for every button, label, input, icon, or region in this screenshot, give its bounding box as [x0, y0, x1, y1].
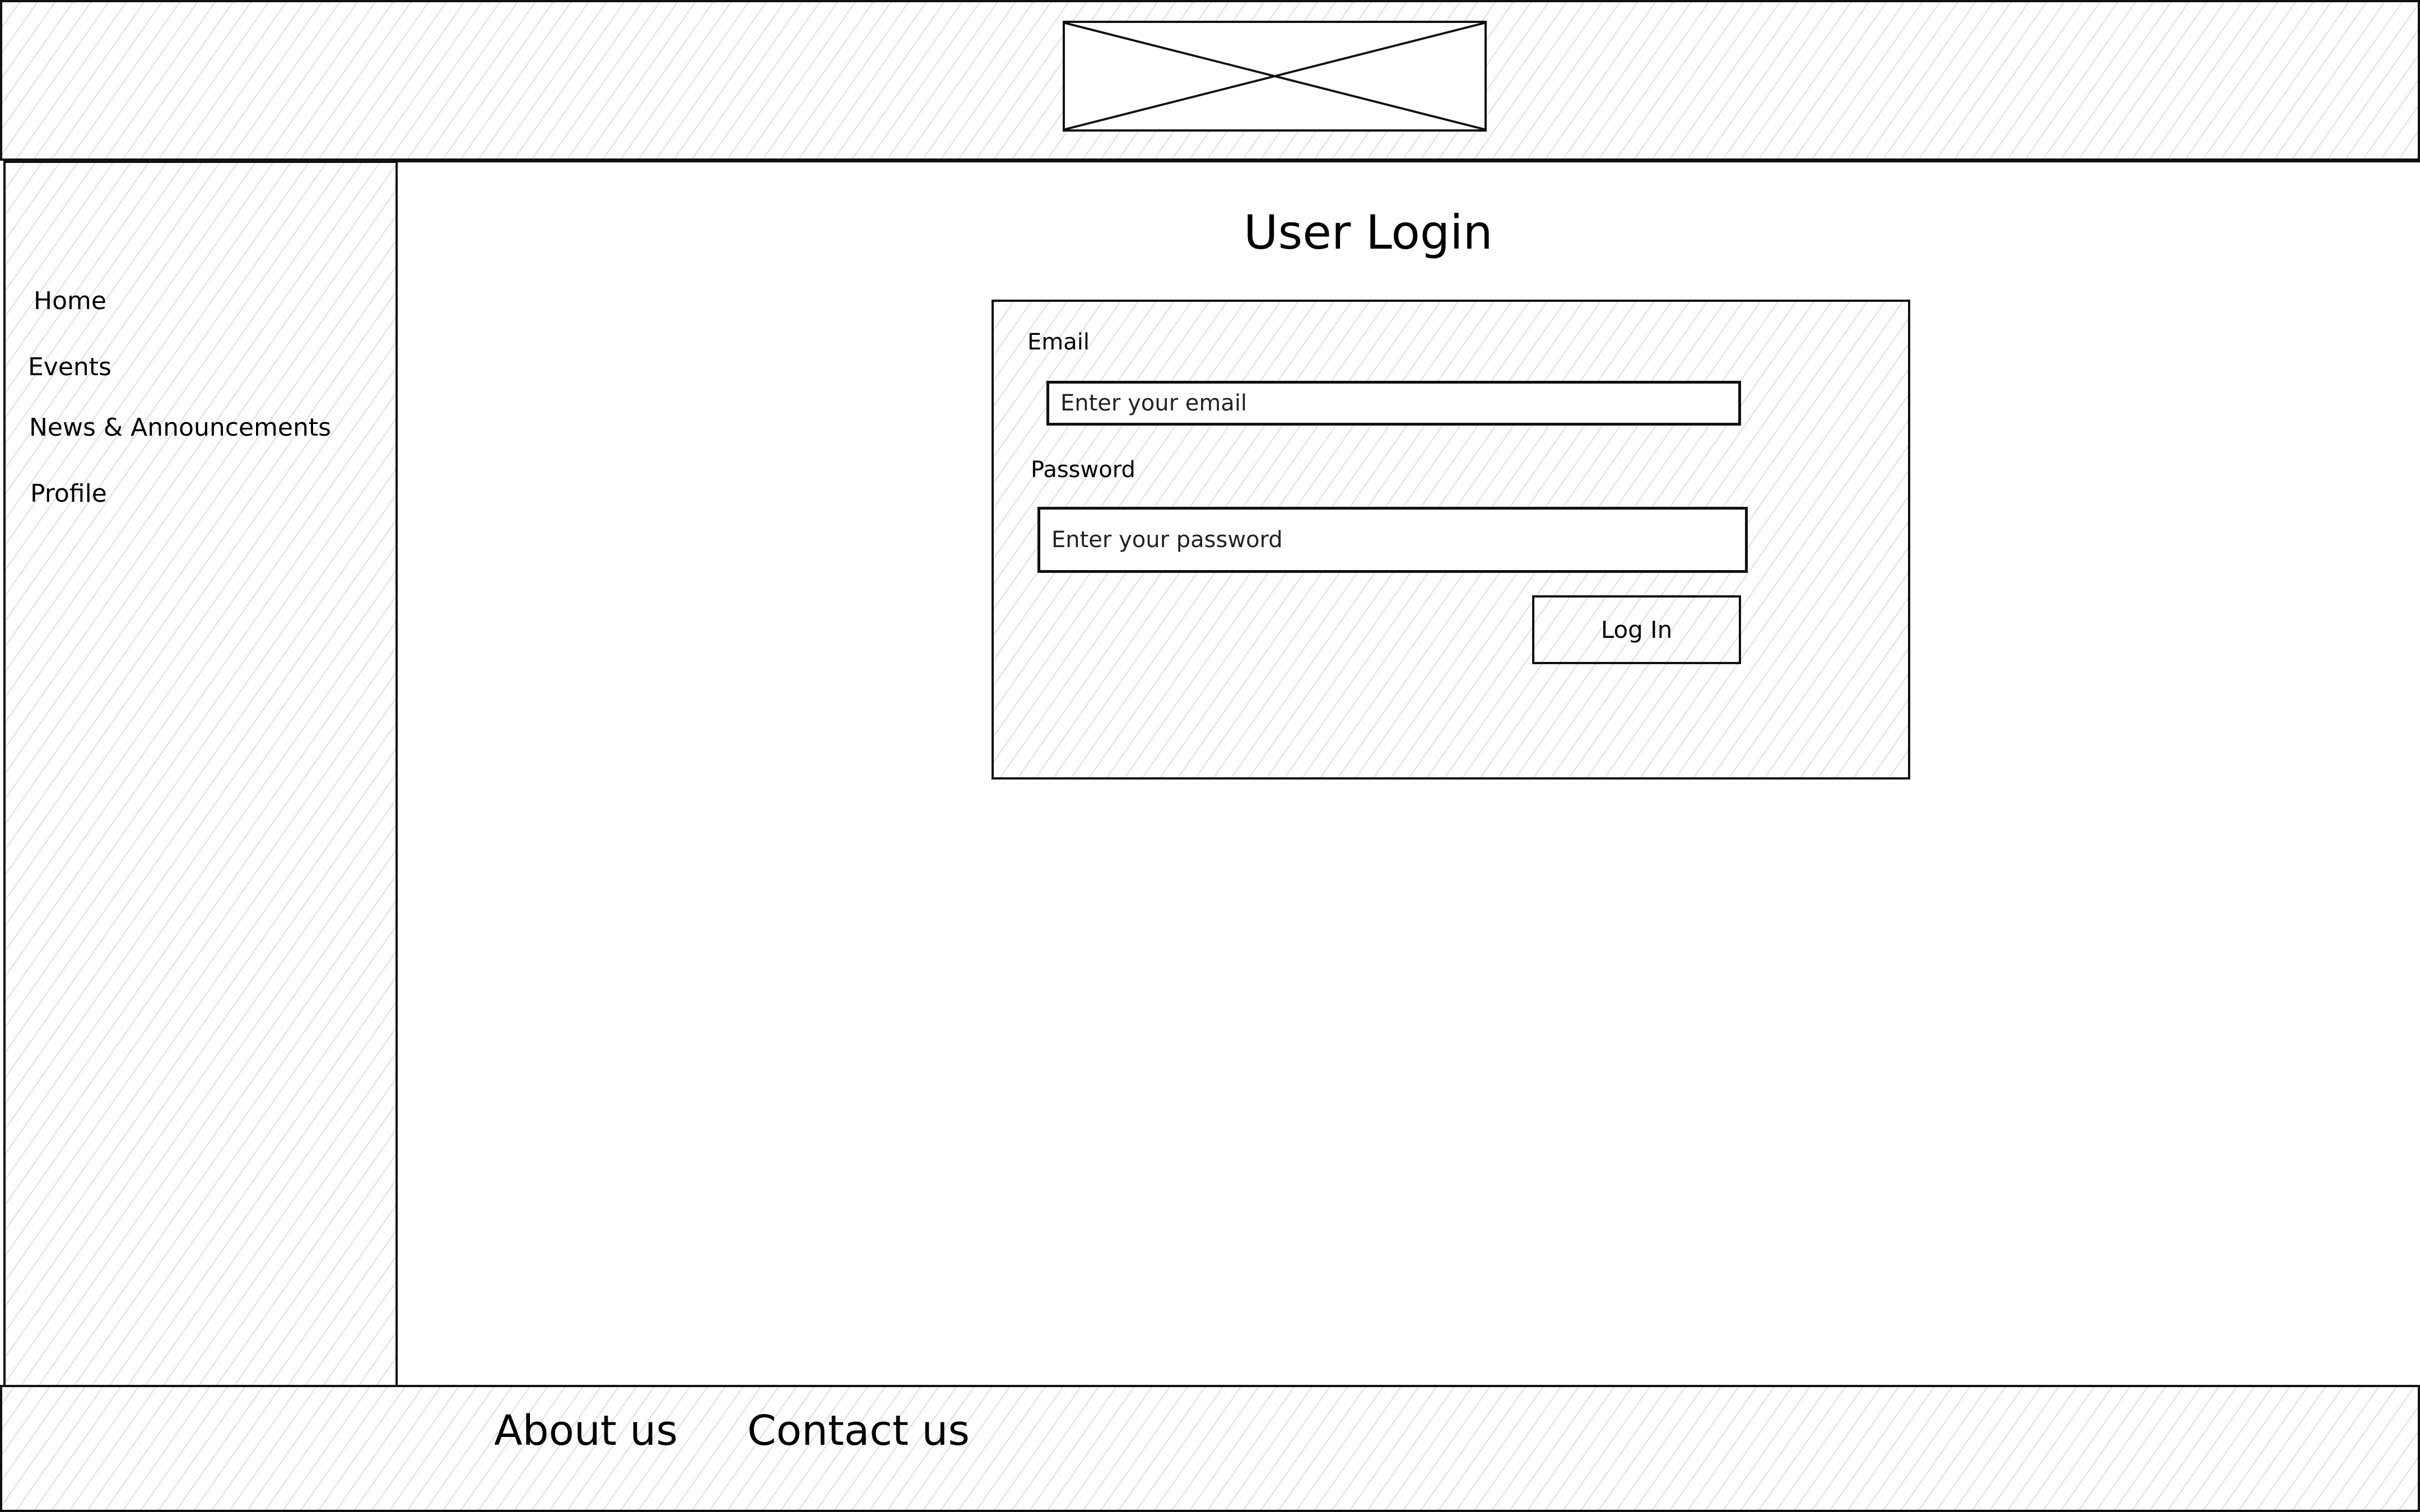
footer-link-contact-us[interactable]: Contact us [747, 1403, 970, 1459]
sidebar-item-events[interactable]: Events [28, 353, 111, 381]
header [0, 0, 2420, 161]
password-field[interactable] [1037, 507, 1748, 573]
footer [0, 1385, 2420, 1512]
email-label: Email [1027, 329, 1090, 355]
image-placeholder-icon [1063, 21, 1487, 132]
page-title: User Login [1244, 205, 1493, 260]
password-label: Password [1031, 457, 1135, 483]
email-field[interactable] [1046, 381, 1741, 426]
footer-link-about-us[interactable]: About us [494, 1403, 678, 1459]
sidebar: Home Events News & Announcements Profile [3, 161, 398, 1387]
sidebar-item-home[interactable]: Home [34, 287, 106, 315]
sidebar-item-news-announcements[interactable]: News & Announcements [29, 414, 331, 442]
sidebar-item-profile[interactable]: Profile [30, 480, 107, 508]
login-button[interactable]: Log In [1532, 595, 1741, 664]
